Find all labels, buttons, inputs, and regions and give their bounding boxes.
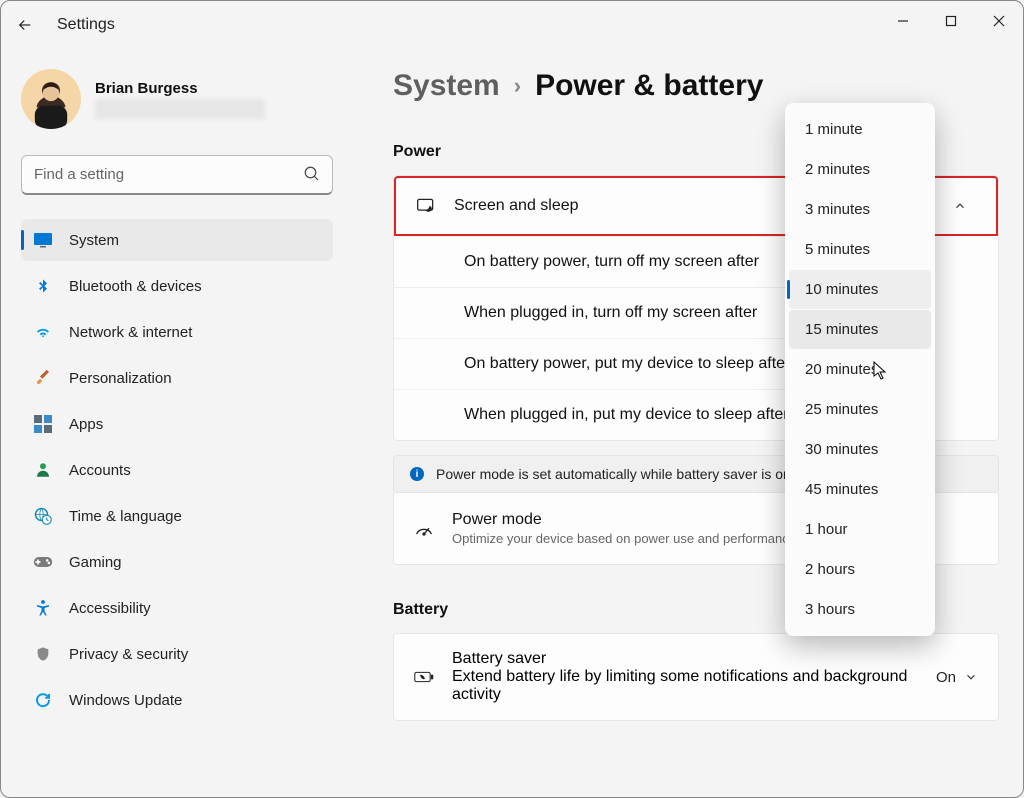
search-wrap xyxy=(21,155,333,195)
brush-icon xyxy=(33,368,53,388)
user-profile[interactable]: Brian Burgess xyxy=(21,69,333,129)
window-controls xyxy=(879,1,1023,41)
info-text: Power mode is set automatically while ba… xyxy=(436,466,791,482)
dropdown-option[interactable]: 5 minutes xyxy=(789,230,931,269)
chevron-down-icon xyxy=(964,670,978,684)
dropdown-option[interactable]: 30 minutes xyxy=(789,430,931,469)
screen-sleep-icon xyxy=(416,196,436,216)
breadcrumb-leaf: Power & battery xyxy=(535,69,763,103)
chevron-up-icon xyxy=(942,188,978,224)
sidebar-item-label: Network & internet xyxy=(69,324,192,341)
dropdown-option[interactable]: 3 minutes xyxy=(789,190,931,229)
sleep-setting-row[interactable]: On battery power, put my device to sleep… xyxy=(394,338,814,389)
sidebar-item-update[interactable]: Windows Update xyxy=(21,679,333,721)
sidebar-item-label: Time & language xyxy=(69,508,182,525)
dropdown-option[interactable]: 25 minutes xyxy=(789,390,931,429)
window-title: Settings xyxy=(57,16,115,34)
gauge-icon xyxy=(414,519,434,539)
user-name: Brian Burgess xyxy=(95,80,265,97)
dropdown-option[interactable]: 10 minutes xyxy=(789,270,931,309)
search-icon xyxy=(303,165,321,188)
time-dropdown[interactable]: 1 minute2 minutes3 minutes5 minutes10 mi… xyxy=(785,103,935,636)
avatar xyxy=(21,69,81,129)
sidebar-item-label: Personalization xyxy=(69,370,172,387)
info-icon: i xyxy=(410,467,424,481)
dropdown-option[interactable]: 20 minutes xyxy=(789,350,931,389)
sidebar-item-label: Gaming xyxy=(69,554,122,571)
globe-clock-icon xyxy=(33,506,53,526)
breadcrumb: System › Power & battery xyxy=(393,69,999,103)
bluetooth-icon xyxy=(33,276,53,296)
sidebar-item-accessibility[interactable]: Accessibility xyxy=(21,587,333,629)
battery-saver-title: Battery saver xyxy=(452,650,918,668)
sleep-setting-row[interactable]: On battery power, turn off my screen aft… xyxy=(394,236,814,287)
sidebar-item-personalization[interactable]: Personalization xyxy=(21,357,333,399)
sidebar-item-network[interactable]: Network & internet xyxy=(21,311,333,353)
dropdown-option[interactable]: 1 minute xyxy=(789,110,931,149)
battery-leaf-icon xyxy=(414,667,434,687)
power-mode-title: Power mode xyxy=(452,511,796,529)
screen-sleep-title: Screen and sleep xyxy=(454,197,579,215)
dropdown-option[interactable]: 15 minutes xyxy=(789,310,931,349)
sidebar-item-time-language[interactable]: Time & language xyxy=(21,495,333,537)
sidebar-item-accounts[interactable]: Accounts xyxy=(21,449,333,491)
update-icon xyxy=(33,690,53,710)
breadcrumb-root[interactable]: System xyxy=(393,69,500,103)
sidebar-item-label: Apps xyxy=(69,416,103,433)
sidebar-item-label: Accounts xyxy=(69,462,131,479)
titlebar: Settings xyxy=(1,1,1023,49)
sleep-setting-row[interactable]: When plugged in, turn off my screen afte… xyxy=(394,287,814,338)
apps-icon xyxy=(33,414,53,434)
user-email-redacted xyxy=(95,99,265,119)
search-input[interactable] xyxy=(21,155,333,195)
sidebar-item-label: Accessibility xyxy=(69,600,151,617)
chevron-right-icon: › xyxy=(514,73,521,99)
sidebar-item-label: Windows Update xyxy=(69,692,182,709)
mouse-cursor-icon xyxy=(873,361,889,381)
sidebar-item-bluetooth[interactable]: Bluetooth & devices xyxy=(21,265,333,307)
gamepad-icon xyxy=(33,552,53,572)
nav: System Bluetooth & devices Network & int… xyxy=(21,219,333,721)
dropdown-option[interactable]: 1 hour xyxy=(789,510,931,549)
sidebar: Brian Burgess System Bluetooth & devices… xyxy=(1,49,353,797)
sidebar-item-label: Bluetooth & devices xyxy=(69,278,202,295)
wifi-icon xyxy=(33,322,53,342)
sidebar-item-privacy[interactable]: Privacy & security xyxy=(21,633,333,675)
system-icon xyxy=(33,230,53,250)
back-button[interactable] xyxy=(13,13,37,37)
person-icon xyxy=(33,460,53,480)
sidebar-item-apps[interactable]: Apps xyxy=(21,403,333,445)
dropdown-option[interactable]: 2 minutes xyxy=(789,150,931,189)
sidebar-item-system[interactable]: System xyxy=(21,219,333,261)
maximize-button[interactable] xyxy=(927,1,975,41)
battery-saver-sub: Extend battery life by limiting some not… xyxy=(452,668,918,704)
close-button[interactable] xyxy=(975,1,1023,41)
power-mode-sub: Optimize your device based on power use … xyxy=(452,531,796,546)
dropdown-option[interactable]: 2 hours xyxy=(789,550,931,589)
sidebar-item-label: System xyxy=(69,232,119,249)
dropdown-option[interactable]: 3 hours xyxy=(789,590,931,629)
sleep-setting-row[interactable]: When plugged in, put my device to sleep … xyxy=(394,389,814,440)
battery-saver-card[interactable]: Battery saver Extend battery life by lim… xyxy=(393,633,999,721)
sidebar-item-gaming[interactable]: Gaming xyxy=(21,541,333,583)
content: System › Power & battery Power Screen an… xyxy=(353,49,1023,797)
dropdown-option[interactable]: 45 minutes xyxy=(789,470,931,509)
sidebar-item-label: Privacy & security xyxy=(69,646,188,663)
minimize-button[interactable] xyxy=(879,1,927,41)
accessibility-icon xyxy=(33,598,53,618)
battery-saver-state[interactable]: On xyxy=(936,669,978,686)
shield-icon xyxy=(33,644,53,664)
